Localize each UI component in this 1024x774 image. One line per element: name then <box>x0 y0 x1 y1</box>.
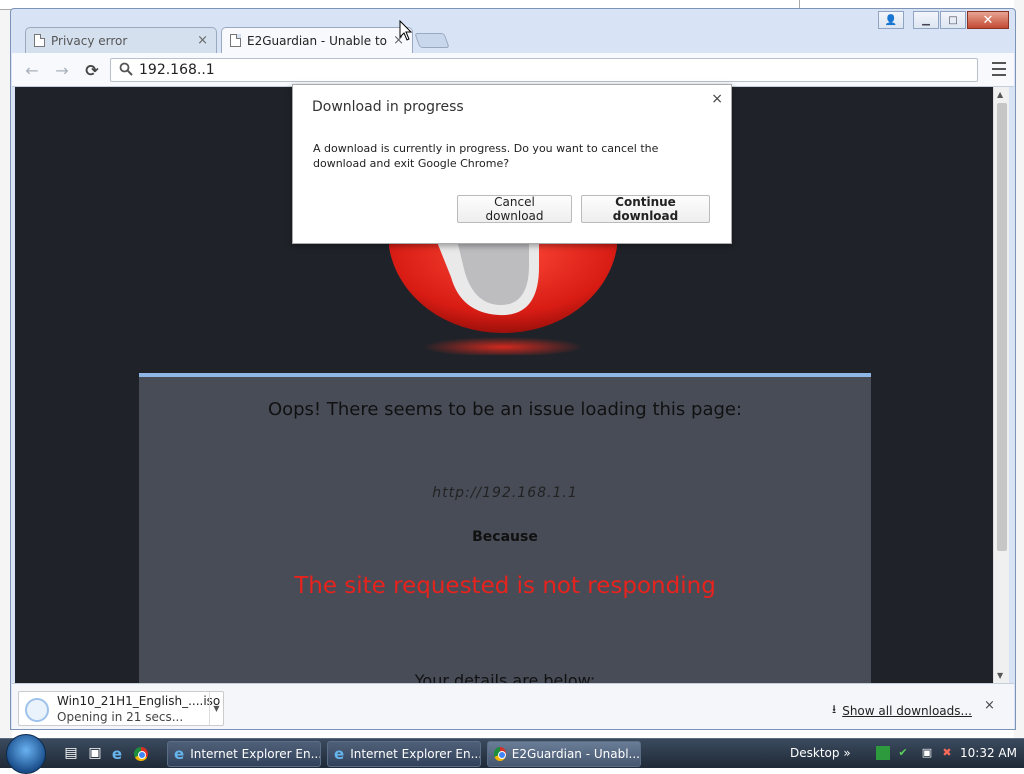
download-item[interactable]: Win10_21H1_English_....iso Opening in 21… <box>18 691 224 726</box>
download-status: Opening in 21 secs... <box>57 710 184 724</box>
desktop-toolbar-label[interactable]: Desktop » <box>790 746 851 760</box>
download-file-name: Win10_21H1_English_....iso <box>57 694 221 708</box>
tab-privacy-error[interactable]: Privacy error × <box>25 27 217 53</box>
dialog-message: A download is currently in progress. Do … <box>313 142 659 170</box>
search-icon <box>119 62 133 79</box>
taskbar-item-label: E2Guardian - Unabl... <box>511 747 640 761</box>
mouse-cursor-icon <box>399 20 413 41</box>
window-controls: 👤 ▁ □ ✕ <box>878 11 1009 29</box>
scroll-up-icon[interactable]: ▲ <box>997 90 1003 99</box>
scroll-down-icon[interactable]: ▼ <box>997 671 1003 680</box>
because-label: Because <box>472 529 538 545</box>
cancel-download-button[interactable]: Cancel download <box>457 195 572 223</box>
download-shelf: Win10_21H1_English_....iso Opening in 21… <box>12 683 1014 729</box>
download-icon: ⭳ <box>832 702 837 716</box>
error-heading: Oops! There seems to be an issue loading… <box>267 399 743 420</box>
close-shelf-icon[interactable]: × <box>984 698 995 713</box>
internet-explorer-icon: e <box>174 745 185 763</box>
system-clock[interactable]: 10:32 AM <box>960 746 1017 760</box>
reload-button[interactable]: ⟳ <box>82 60 102 80</box>
taskbar-item-label: Internet Explorer En... <box>350 747 481 761</box>
volume-muted-icon[interactable]: ✖ <box>940 746 954 760</box>
new-tab-button[interactable] <box>414 33 450 48</box>
error-reason: The site requested is not responding <box>294 573 716 599</box>
back-button[interactable]: ← <box>22 60 42 80</box>
chrome-quicklaunch-icon[interactable] <box>132 745 150 763</box>
taskbar-item-label: Internet Explorer En... <box>190 747 321 761</box>
close-window-button[interactable]: ✕ <box>967 11 1009 29</box>
url-text[interactable]: 192.168..1 <box>139 62 215 78</box>
internet-explorer-icon: e <box>334 745 345 763</box>
dialog-title: Download in progress <box>312 99 464 115</box>
tab-title: Privacy error <box>51 33 128 48</box>
chrome-icon <box>494 747 506 761</box>
details-heading: Your details are below: <box>414 671 596 683</box>
address-bar[interactable]: 192.168..1 <box>110 58 978 82</box>
dialog-close-icon[interactable]: × <box>711 91 723 107</box>
tray-app-icon[interactable] <box>876 746 890 760</box>
show-all-downloads-link[interactable]: Show all downloads... <box>842 704 972 718</box>
taskbar-item-ie-1[interactable]: e Internet Explorer En... <box>167 741 321 767</box>
maximize-button[interactable]: □ <box>940 11 966 29</box>
scrollbar-thumb[interactable] <box>997 103 1007 551</box>
error-panel: Oops! There seems to be an issue loading… <box>139 373 871 683</box>
network-icon[interactable]: ▣ <box>920 746 934 760</box>
minimize-button[interactable]: ▁ <box>913 11 939 29</box>
tab-close-icon[interactable]: × <box>197 33 208 48</box>
taskbar-item-ie-2[interactable]: e Internet Explorer En... <box>327 741 481 767</box>
tray-check-icon[interactable]: ✔ <box>896 746 910 760</box>
tab-title: E2Guardian - Unable to lo <box>247 33 388 48</box>
explorer-icon[interactable]: ▣ <box>86 745 104 763</box>
download-progress-icon <box>25 698 49 722</box>
windows-taskbar: ▤ ▣ e e Internet Explorer En... e Intern… <box>0 734 1024 774</box>
user-icon[interactable]: 👤 <box>878 11 904 29</box>
requested-url: http://192.168.1.1 <box>432 485 578 501</box>
continue-download-button[interactable]: Continue download <box>581 195 710 223</box>
tab-e2guardian[interactable]: E2Guardian - Unable to lo × <box>221 27 413 53</box>
forward-button[interactable]: → <box>52 60 72 80</box>
download-menu-arrow-icon[interactable]: ▼ <box>209 692 223 725</box>
start-button[interactable] <box>6 734 46 774</box>
chrome-menu-icon[interactable] <box>992 62 1006 76</box>
show-desktop-icon[interactable]: ▤ <box>62 745 80 763</box>
page-icon <box>34 34 45 47</box>
taskbar-item-chrome[interactable]: E2Guardian - Unabl... <box>487 741 641 767</box>
show-all-downloads[interactable]: ⭳ Show all downloads... <box>832 700 972 721</box>
vertical-scrollbar[interactable]: ▲ ▼ <box>993 87 1009 683</box>
download-in-progress-dialog: Download in progress × A download is cur… <box>292 84 732 244</box>
internet-explorer-icon[interactable]: e <box>108 745 126 763</box>
page-icon <box>230 34 241 47</box>
browser-toolbar: ← → ⟳ 192.168..1 <box>12 53 1014 87</box>
